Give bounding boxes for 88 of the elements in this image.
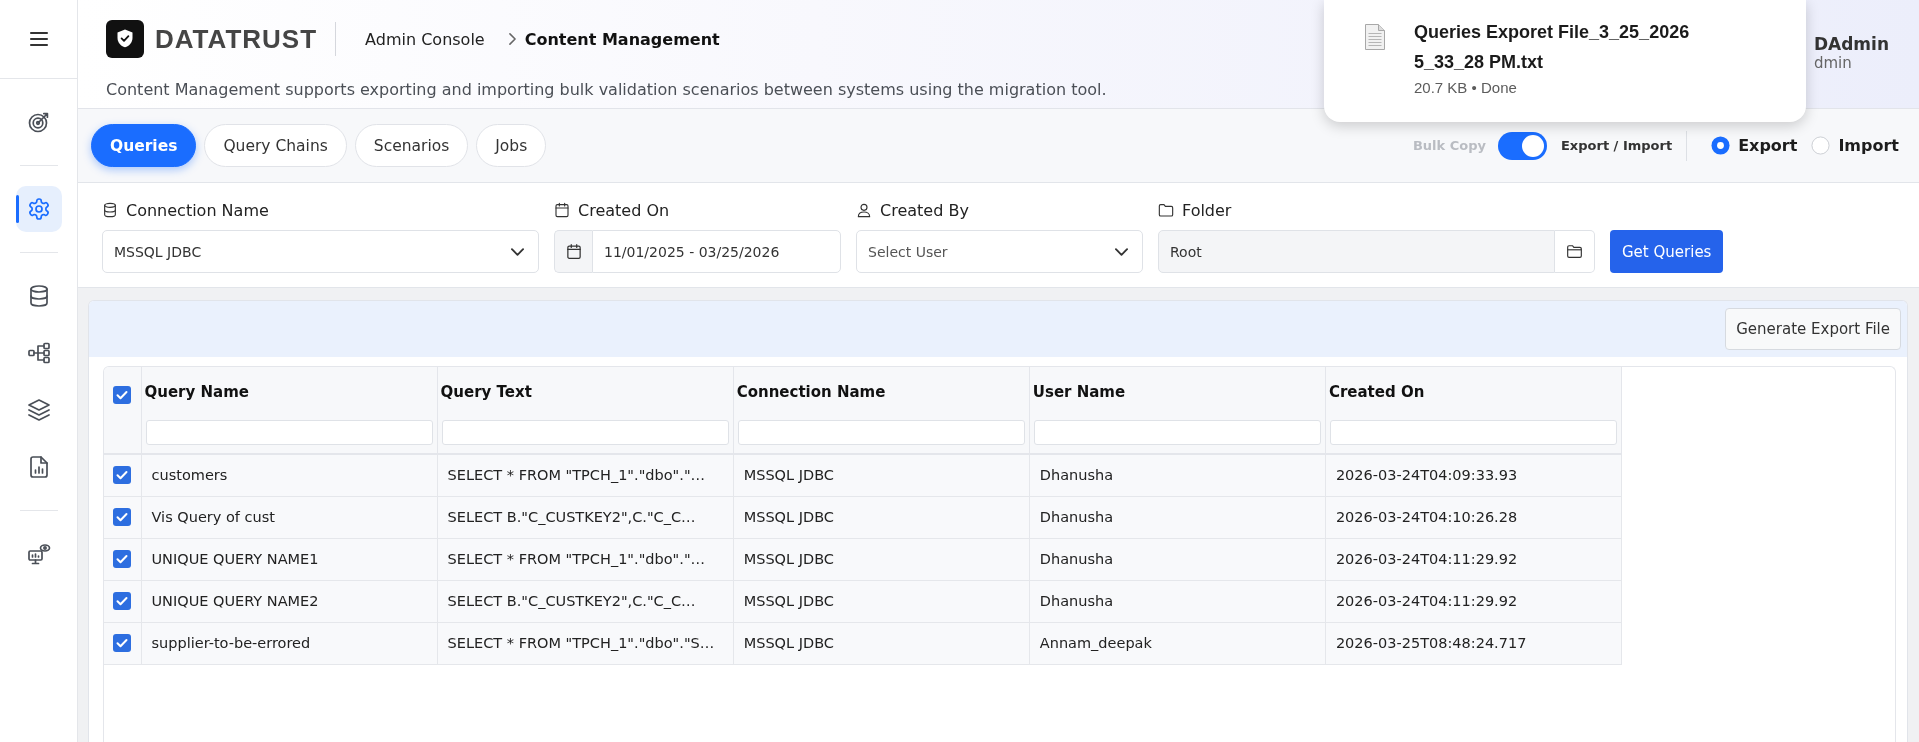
checkbox[interactable] xyxy=(113,634,132,652)
column-filter-field[interactable] xyxy=(441,420,729,445)
chevron-right-icon xyxy=(508,33,516,45)
checkbox[interactable] xyxy=(113,466,132,485)
hierarchy-icon xyxy=(26,341,51,365)
dropdown-field[interactable]: Select User xyxy=(856,230,1143,273)
table-cell: SELECT B."C_CUSTKEY2",C."C_C… xyxy=(437,496,734,538)
table-cell: MSSQL JDBC xyxy=(733,496,1030,538)
table-cell: UNIQUE QUERY NAME1 xyxy=(141,538,438,580)
dropdown-field[interactable]: MSSQL JDBC xyxy=(102,230,539,273)
checkbox[interactable] xyxy=(113,508,132,526)
table-cell: Dhanusha xyxy=(1029,538,1326,580)
column-header: Connection Name xyxy=(733,367,1030,417)
folder-icon xyxy=(1567,245,1582,258)
table-cell: MSSQL JDBC xyxy=(733,538,1030,580)
column-filter-field[interactable] xyxy=(737,420,1025,445)
column-header: Query Name xyxy=(141,367,438,417)
table-cell: 2026-03-25T08:48:24.717 xyxy=(1325,622,1622,664)
export-import-label: Export / Import xyxy=(1560,138,1673,153)
table-cell: supplier-to-be-errored xyxy=(141,622,438,664)
browse-folder-button[interactable] xyxy=(1555,230,1595,273)
get-queries-button[interactable]: Get Queries xyxy=(1610,230,1724,273)
generate-export-button[interactable]: Generate Export File xyxy=(1725,308,1901,350)
tab[interactable]: Queries xyxy=(91,124,197,167)
file-name[interactable]: Queries Exporet File_3_25_2026 5_33_28 PM.txt xyxy=(1414,17,1714,77)
calendar-button[interactable] xyxy=(554,230,592,273)
folder-icon xyxy=(1158,202,1174,218)
table-cell: SELECT * FROM "TPCH_1"."dbo"."… xyxy=(437,538,734,580)
toggle-switch[interactable] xyxy=(1497,131,1547,160)
monitor-eye-icon xyxy=(26,542,51,566)
calendar-icon xyxy=(554,202,570,218)
user-role: dmin xyxy=(1813,54,1853,73)
column-filter-field[interactable] xyxy=(1329,420,1617,445)
table-cell: 2026-03-24T04:10:26.28 xyxy=(1325,496,1622,538)
column-header: Created On xyxy=(1325,367,1622,417)
table-cell: Dhanusha xyxy=(1029,454,1326,496)
table-cell: 2026-03-24T04:11:29.92 xyxy=(1325,580,1622,622)
filter-label: Folder xyxy=(1182,200,1232,220)
gear-icon xyxy=(26,197,51,221)
filter-label: Created On xyxy=(578,200,670,220)
menu-icon[interactable] xyxy=(29,32,48,46)
folder-path-field[interactable]: Root xyxy=(1158,230,1555,273)
chevron-down-icon xyxy=(1115,247,1128,256)
tab[interactable]: Query Chains xyxy=(204,124,347,167)
table-cell: UNIQUE QUERY NAME2 xyxy=(141,580,438,622)
table-cell: SELECT B."C_CUSTKEY2",C."C_C… xyxy=(437,580,734,622)
tab[interactable]: Scenarios xyxy=(354,124,469,167)
table-cell: Annam_deepak xyxy=(1029,622,1326,664)
table-cell: SELECT * FROM "TPCH_1"."dbo"."S… xyxy=(437,622,734,664)
shield-check-icon xyxy=(106,20,144,58)
table-cell: 2026-03-24T04:11:29.92 xyxy=(1325,538,1622,580)
calendar-icon xyxy=(566,244,581,259)
date-range-field[interactable]: 11/01/2025 - 03/25/2026 xyxy=(592,230,841,273)
document-icon xyxy=(1365,24,1385,50)
column-filter-field[interactable] xyxy=(145,420,433,445)
radio-option[interactable]: Export xyxy=(1711,136,1798,155)
checkbox[interactable] xyxy=(113,592,132,610)
download-status: 20.7 KB • Done xyxy=(1414,79,1518,96)
user-name: DAdmin xyxy=(1813,35,1889,54)
logo-text: DATATRUST xyxy=(155,26,318,52)
table-cell: SELECT * FROM "TPCH_1"."dbo"."… xyxy=(437,454,734,496)
table-cell: 2026-03-24T04:09:33.93 xyxy=(1325,454,1622,496)
chevron-down-icon xyxy=(511,247,524,256)
nav-item[interactable] xyxy=(15,186,62,232)
table-cell: customers xyxy=(141,454,438,496)
checkbox[interactable] xyxy=(113,385,132,404)
user-icon xyxy=(856,202,872,218)
table-cell: Dhanusha xyxy=(1029,496,1326,538)
table-cell: MSSQL JDBC xyxy=(733,580,1030,622)
checkbox[interactable] xyxy=(113,550,132,568)
column-filter-field[interactable] xyxy=(1033,420,1321,445)
table-cell: MSSQL JDBC xyxy=(733,454,1030,496)
breadcrumb-item[interactable]: Admin Console xyxy=(365,29,485,49)
column-header: Query Text xyxy=(437,367,734,417)
database-icon xyxy=(102,202,118,218)
breadcrumb-item: Content Management xyxy=(524,29,720,49)
table-cell: Vis Query of cust xyxy=(141,496,438,538)
bulk-copy-label: Bulk Copy xyxy=(1412,138,1486,153)
radio-option[interactable]: Import xyxy=(1811,136,1899,155)
table-cell: MSSQL JDBC xyxy=(733,622,1030,664)
filter-label: Connection Name xyxy=(126,200,269,220)
page-description: Content Management supports exporting and importing bulk validation scenarios between systems using the migration tool. xyxy=(106,80,1107,100)
column-header: User Name xyxy=(1029,367,1326,417)
table-cell: Dhanusha xyxy=(1029,580,1326,622)
tab[interactable]: Jobs xyxy=(476,124,547,167)
filter-label: Created By xyxy=(880,200,969,220)
target-icon xyxy=(26,110,51,134)
layers-icon xyxy=(26,398,51,422)
